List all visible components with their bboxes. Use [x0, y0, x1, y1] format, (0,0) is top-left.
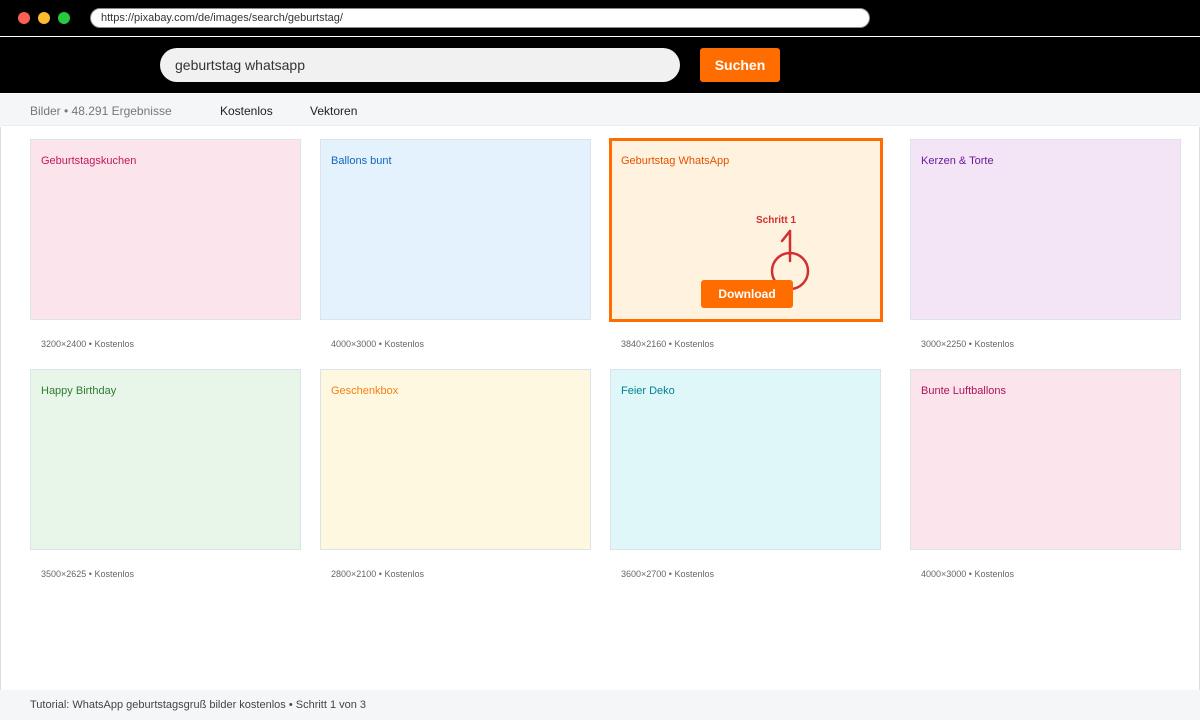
image-card-title: Geschenkbox — [331, 385, 399, 397]
results-bar: Bilder • 48.291 Ergebnisse Kostenlos Vek… — [0, 94, 1200, 126]
image-card[interactable]: Feier Deko — [610, 369, 881, 550]
image-card-title: Geburtstag WhatsApp — [621, 155, 730, 167]
image-card-title: Feier Deko — [621, 385, 675, 397]
image-card[interactable]: Geburtstagskuchen — [30, 139, 301, 320]
close-window-icon[interactable] — [18, 12, 30, 24]
address-bar[interactable]: https://pixabay.com/de/images/search/geb… — [90, 8, 870, 28]
image-card[interactable]: Happy Birthday — [30, 369, 301, 550]
image-card[interactable]: Kerzen & Torte — [910, 139, 1181, 320]
image-card[interactable]: Ballons bunt — [320, 139, 591, 320]
step-label: Schritt 1 — [756, 215, 797, 226]
image-card-meta: 3600×2700 • Kostenlos — [621, 569, 714, 579]
image-card-meta: 4000×3000 • Kostenlos — [921, 569, 1014, 579]
results-grid: Geburtstagskuchen 3200×2400 • Kostenlos … — [0, 127, 1200, 690]
image-card-title: Bunte Luftballons — [921, 385, 1007, 397]
filter-vektoren[interactable]: Vektoren — [310, 104, 357, 118]
image-card[interactable]: Geschenkbox — [320, 369, 591, 550]
site-header: geburtstag whatsapp Suchen — [0, 37, 1200, 93]
image-card-highlighted[interactable]: Geburtstag WhatsApp Schritt 1 Download — [609, 138, 883, 322]
image-card-meta: 3000×2250 • Kostenlos — [921, 339, 1014, 349]
maximize-window-icon[interactable] — [58, 12, 70, 24]
minimize-window-icon[interactable] — [38, 12, 50, 24]
image-card-title: Geburtstagskuchen — [41, 155, 137, 167]
image-card-meta: 3840×2160 • Kostenlos — [621, 339, 714, 349]
image-card-meta: 3500×2625 • Kostenlos — [41, 569, 134, 579]
image-card-meta: 2800×2100 • Kostenlos — [331, 569, 424, 579]
search-input[interactable]: geburtstag whatsapp — [160, 48, 680, 82]
image-card-title: Happy Birthday — [41, 385, 117, 397]
search-button[interactable]: Suchen — [700, 48, 780, 82]
download-button[interactable]: Download — [701, 280, 793, 308]
image-card-title: Ballons bunt — [331, 155, 392, 167]
results-count: Bilder • 48.291 Ergebnisse — [30, 104, 172, 118]
browser-titlebar: https://pixabay.com/de/images/search/geb… — [0, 0, 1200, 36]
image-card[interactable]: Bunte Luftballons — [910, 369, 1181, 550]
image-card-title: Kerzen & Torte — [921, 155, 994, 167]
image-card-meta: 4000×3000 • Kostenlos — [331, 339, 424, 349]
filter-kostenlos[interactable]: Kostenlos — [220, 104, 273, 118]
image-card-meta: 3200×2400 • Kostenlos — [41, 339, 134, 349]
tutorial-footer: Tutorial: WhatsApp geburtstagsgruß bilde… — [0, 690, 1200, 720]
